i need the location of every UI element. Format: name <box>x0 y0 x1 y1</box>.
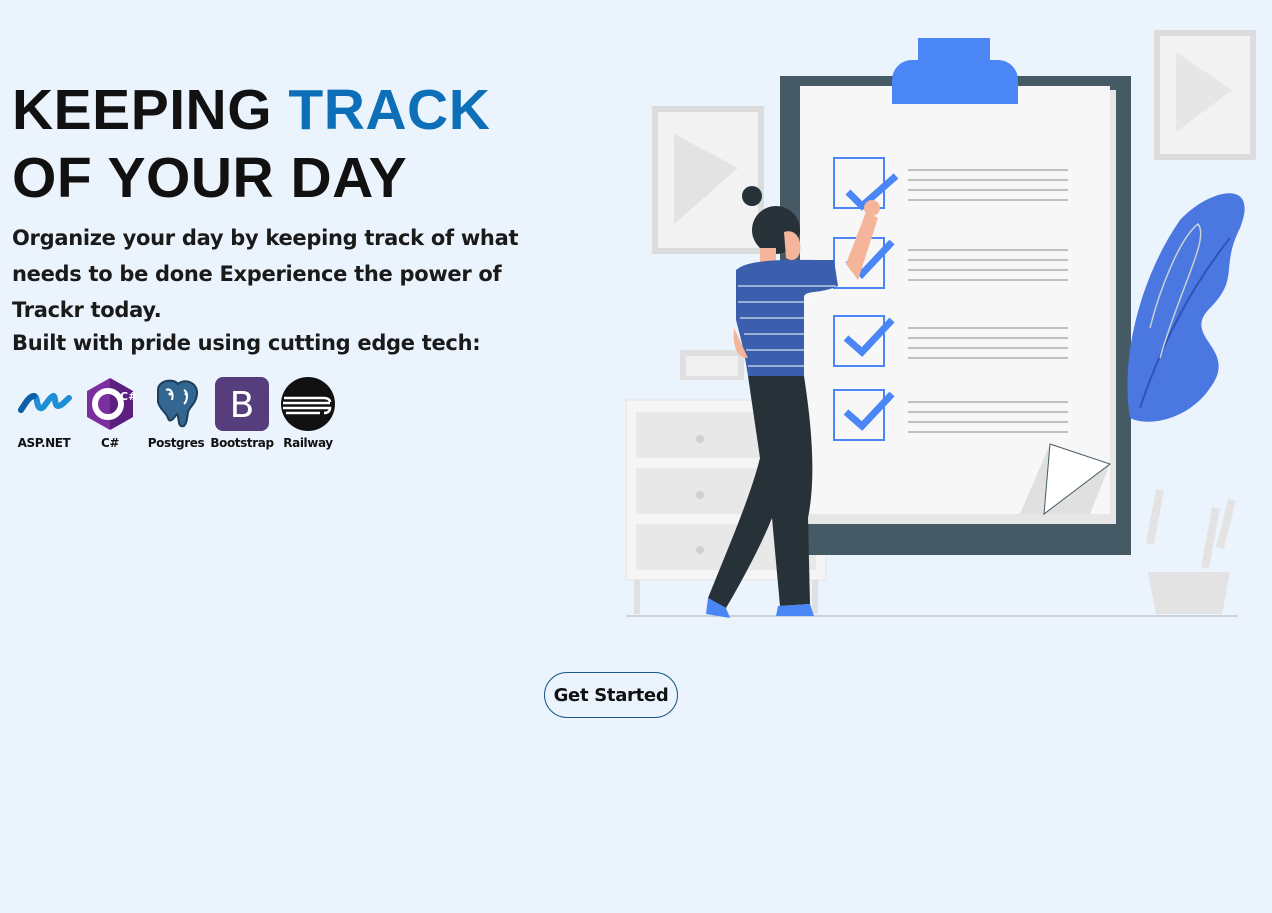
csharp-logo-text: C# <box>120 390 137 403</box>
wall-picture-right <box>1154 30 1256 160</box>
railway-logo-icon <box>280 376 336 432</box>
bootstrap-logo-icon: B <box>214 376 270 432</box>
tech-label: Bootstrap <box>210 436 274 450</box>
hero-title-accent: TRACK <box>288 78 491 142</box>
wall-picture-left <box>652 106 764 254</box>
tech-label: Postgres <box>147 436 205 450</box>
tech-label: C# <box>100 436 120 450</box>
tech-label: Railway <box>283 436 333 450</box>
hero-title-line2: OF YOUR DAY <box>12 146 408 210</box>
bootstrap-logo-text: B <box>230 385 255 426</box>
clipboard <box>780 38 1131 555</box>
tech-label: ASP.NET <box>17 436 71 450</box>
potted-plant <box>1127 193 1245 614</box>
postgres-logo-icon <box>148 376 204 432</box>
tech-heading: Built with pride using cutting edge tech… <box>12 331 481 355</box>
aspnet-logo-icon <box>16 376 72 432</box>
tech-item-postgres: Postgres <box>146 376 206 450</box>
hero-title: KEEPING TRACK OF YOUR DAY <box>12 76 490 212</box>
checklist-illustration <box>620 28 1260 628</box>
tech-stack-list: ASP.NET C# C# Postgres B Bootstrap Railw… <box>14 376 338 450</box>
csharp-logo-icon: C# <box>82 376 138 432</box>
tech-item-aspnet: ASP.NET <box>14 376 74 450</box>
tech-item-bootstrap: B Bootstrap <box>210 376 274 450</box>
tech-item-csharp: C# C# <box>80 376 140 450</box>
hero-subtitle: Organize your day by keeping track of wh… <box>12 226 519 322</box>
get-started-button[interactable]: Get Started <box>544 672 678 718</box>
tech-item-railway: Railway <box>278 376 338 450</box>
hero-title-prefix: KEEPING <box>12 78 289 142</box>
